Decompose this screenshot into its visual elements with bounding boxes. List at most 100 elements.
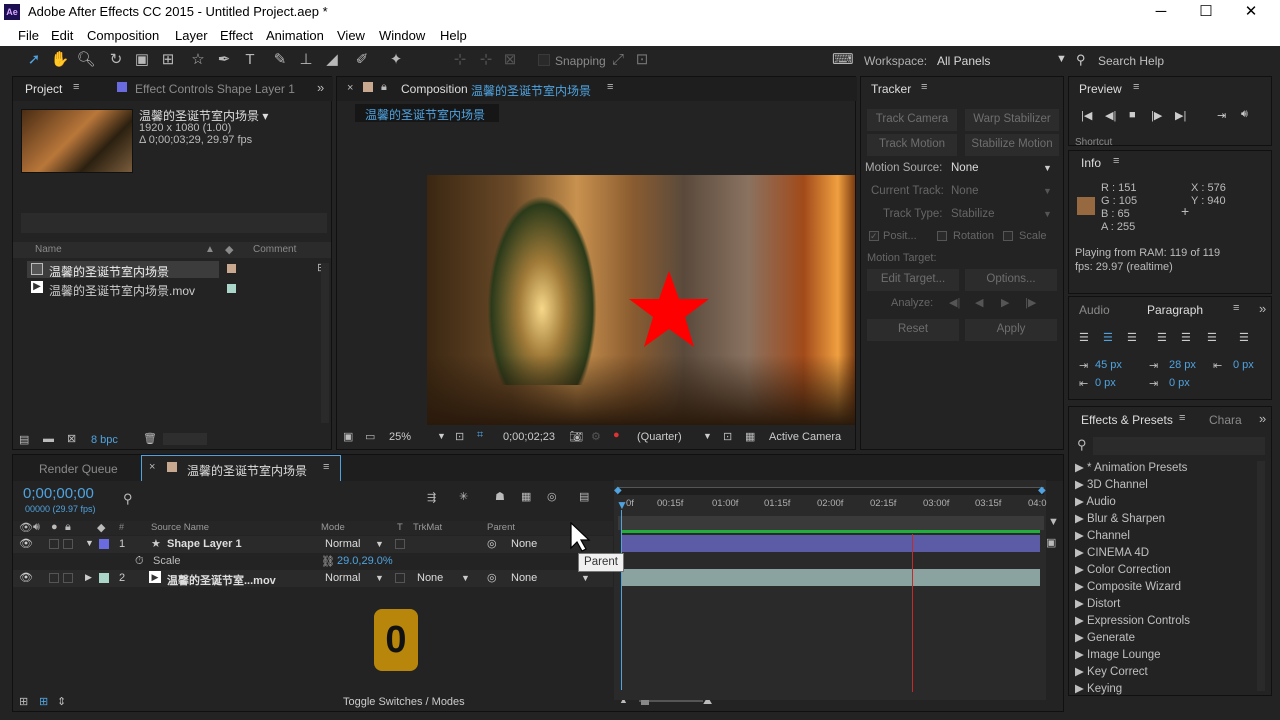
stopwatch-icon[interactable]: ⏱︎ <box>135 555 144 568</box>
hand-tool-icon[interactable]: ✋ <box>50 50 70 70</box>
camera-tool-icon[interactable]: ▣ <box>132 50 152 70</box>
last-frame-icon[interactable]: ▶| <box>1175 109 1186 122</box>
menu-window[interactable]: Window <box>379 28 425 43</box>
effects-category[interactable]: ▶ Keying <box>1075 681 1122 695</box>
link-icon[interactable]: ⛓ <box>321 555 335 568</box>
panel-menu-icon[interactable]: ≡ <box>607 81 613 93</box>
pen-tool-icon[interactable]: ✒ <box>214 50 234 70</box>
motion-source-dropdown[interactable]: None <box>951 162 979 174</box>
tab-project[interactable]: Project <box>25 82 62 96</box>
thumbnail-slider[interactable] <box>163 433 207 445</box>
panel-menu-icon[interactable]: ≡ <box>1133 81 1139 93</box>
draft-3d-icon[interactable]: ✳ <box>459 490 468 503</box>
stop-icon[interactable]: ■ <box>1129 109 1136 121</box>
menu-layer[interactable]: Layer <box>175 28 208 43</box>
tab-paragraph[interactable]: Paragraph <box>1147 303 1203 317</box>
graph-editor-icon[interactable]: ▤ <box>579 490 589 503</box>
roto-brush-icon[interactable]: ✐ <box>352 50 372 70</box>
work-area-bar[interactable] <box>618 487 1044 495</box>
axis-view-icon[interactable]: ⊠ <box>500 50 520 70</box>
comp-mini-flowchart-icon[interactable]: ⇶ <box>427 491 436 504</box>
close-icon[interactable]: × <box>149 461 155 473</box>
trkmat-dropdown[interactable]: None <box>417 572 443 584</box>
effects-category[interactable]: ▶ Distort <box>1075 596 1120 610</box>
work-area-start-icon[interactable]: ◆ <box>614 485 622 496</box>
motion-blur-icon[interactable]: ◎ <box>547 490 557 503</box>
toggle-switches-modes-button[interactable]: Toggle Switches / Modes <box>343 696 465 708</box>
loop-icon[interactable]: ⇥ <box>1217 109 1226 122</box>
label-swatch[interactable] <box>99 539 109 549</box>
panel-menu-icon[interactable]: ≡ <box>921 81 927 93</box>
rotation-checkbox[interactable] <box>937 231 947 241</box>
comment-column[interactable]: Comment <box>253 244 296 255</box>
apply-button[interactable]: Apply <box>965 319 1057 341</box>
puppet-pin-icon[interactable]: ✦ <box>386 50 406 70</box>
ruler-scrub-bar[interactable] <box>618 516 1044 530</box>
preview-title[interactable]: Preview <box>1079 82 1122 96</box>
transparency-grid-icon[interactable]: ▦ <box>745 430 755 443</box>
expand-timing-icon[interactable]: ⇕ <box>57 695 66 708</box>
new-folder-icon[interactable]: ▬ <box>43 433 54 445</box>
align-left-icon[interactable]: ☰ <box>1079 331 1089 344</box>
layer-1-bar[interactable] <box>622 535 1040 552</box>
tab-effect-controls[interactable]: Effect Controls Shape Layer 1 <box>135 82 295 96</box>
stabilize-motion-button[interactable]: Stabilize Motion <box>965 134 1059 156</box>
t-column[interactable]: T <box>397 522 403 533</box>
label-column-icon[interactable]: ◆ <box>225 243 233 256</box>
justify-right-icon[interactable]: ☰ <box>1207 331 1217 344</box>
menu-animation[interactable]: Animation <box>266 28 324 43</box>
indent-right-value[interactable]: 0 px <box>1233 359 1254 371</box>
menu-view[interactable]: View <box>337 28 365 43</box>
clone-stamp-icon[interactable]: ⊥ <box>296 50 316 70</box>
preserve-transparency-switch[interactable] <box>395 539 405 549</box>
analyze-forward-1-icon[interactable]: |▶ <box>1025 296 1036 309</box>
track-motion-button[interactable]: Track Motion <box>867 134 957 156</box>
minimize-button[interactable]: ─ <box>1150 2 1172 22</box>
space-after-value[interactable]: 0 px <box>1169 377 1190 389</box>
label-swatch[interactable] <box>227 284 236 293</box>
lock-switch[interactable] <box>63 573 73 583</box>
tracker-title[interactable]: Tracker <box>871 82 911 96</box>
effects-category[interactable]: ▶ * Animation Presets <box>1075 460 1187 474</box>
red-star-shape[interactable] <box>627 269 711 349</box>
layer-name[interactable]: 温馨的圣诞节室...mov <box>167 572 276 588</box>
monitor-icon[interactable]: ▭ <box>365 430 375 443</box>
mode-column[interactable]: Mode <box>321 522 345 533</box>
timeline-timecode[interactable]: 0;00;00;00 <box>23 485 94 502</box>
show-snapshot-icon[interactable]: ⚙ <box>591 430 601 443</box>
axis-world-icon[interactable]: ⊹ <box>476 50 496 70</box>
twirl-down-icon[interactable]: ▼ <box>85 538 94 548</box>
panel-menu-icon[interactable]: ≡ <box>1233 302 1239 314</box>
pick-whip-icon[interactable]: ◎ <box>487 537 497 550</box>
effects-category[interactable]: ▶ Color Correction <box>1075 562 1171 576</box>
current-track-dropdown[interactable]: None <box>951 185 979 197</box>
layer-name[interactable]: Shape Layer 1 <box>167 538 242 550</box>
align-right-icon[interactable]: ☰ <box>1127 331 1137 344</box>
snapshot-icon[interactable]: 📷︎ <box>569 430 583 443</box>
indent-left-value[interactable]: 45 px <box>1095 359 1122 371</box>
analyze-back-1-icon[interactable]: ◀| <box>949 296 960 309</box>
effects-category[interactable]: ▶ Composite Wizard <box>1075 579 1181 593</box>
menu-effect[interactable]: Effect <box>220 28 253 43</box>
tab-render-queue[interactable]: Render Queue <box>39 462 118 476</box>
effects-category[interactable]: ▶ Key Correct <box>1075 664 1148 678</box>
menu-file[interactable]: File <box>18 28 39 43</box>
track-camera-button[interactable]: Track Camera <box>867 109 957 131</box>
tab-composition-label[interactable]: Composition <box>401 82 468 96</box>
eraser-tool-icon[interactable]: ◢ <box>322 50 342 70</box>
star-tool-icon[interactable]: ☆ <box>188 50 208 70</box>
tab-comp-timeline[interactable]: 温馨的圣诞节室内场景 <box>187 462 307 479</box>
source-name-column[interactable]: Source Name <box>151 522 209 533</box>
effects-category[interactable]: ▶ CINEMA 4D <box>1075 545 1149 559</box>
chevron-down-icon[interactable]: ▼ <box>581 573 590 583</box>
mode-dropdown[interactable]: Normal <box>325 538 360 550</box>
chevron-down-icon[interactable]: ▼ <box>1043 209 1052 219</box>
zoom-dropdown[interactable]: 25% <box>389 431 411 443</box>
panel-menu-icon[interactable]: ≡ <box>73 81 79 93</box>
eye-icon[interactable]: 👁︎ <box>19 571 33 584</box>
type-tool-icon[interactable]: T <box>240 50 260 70</box>
chevron-down-icon[interactable]: ▼ <box>375 539 384 549</box>
frame-blending-icon[interactable]: ▦ <box>521 490 531 503</box>
close-button[interactable]: ✕ <box>1240 2 1262 22</box>
reset-button[interactable]: Reset <box>867 319 959 341</box>
